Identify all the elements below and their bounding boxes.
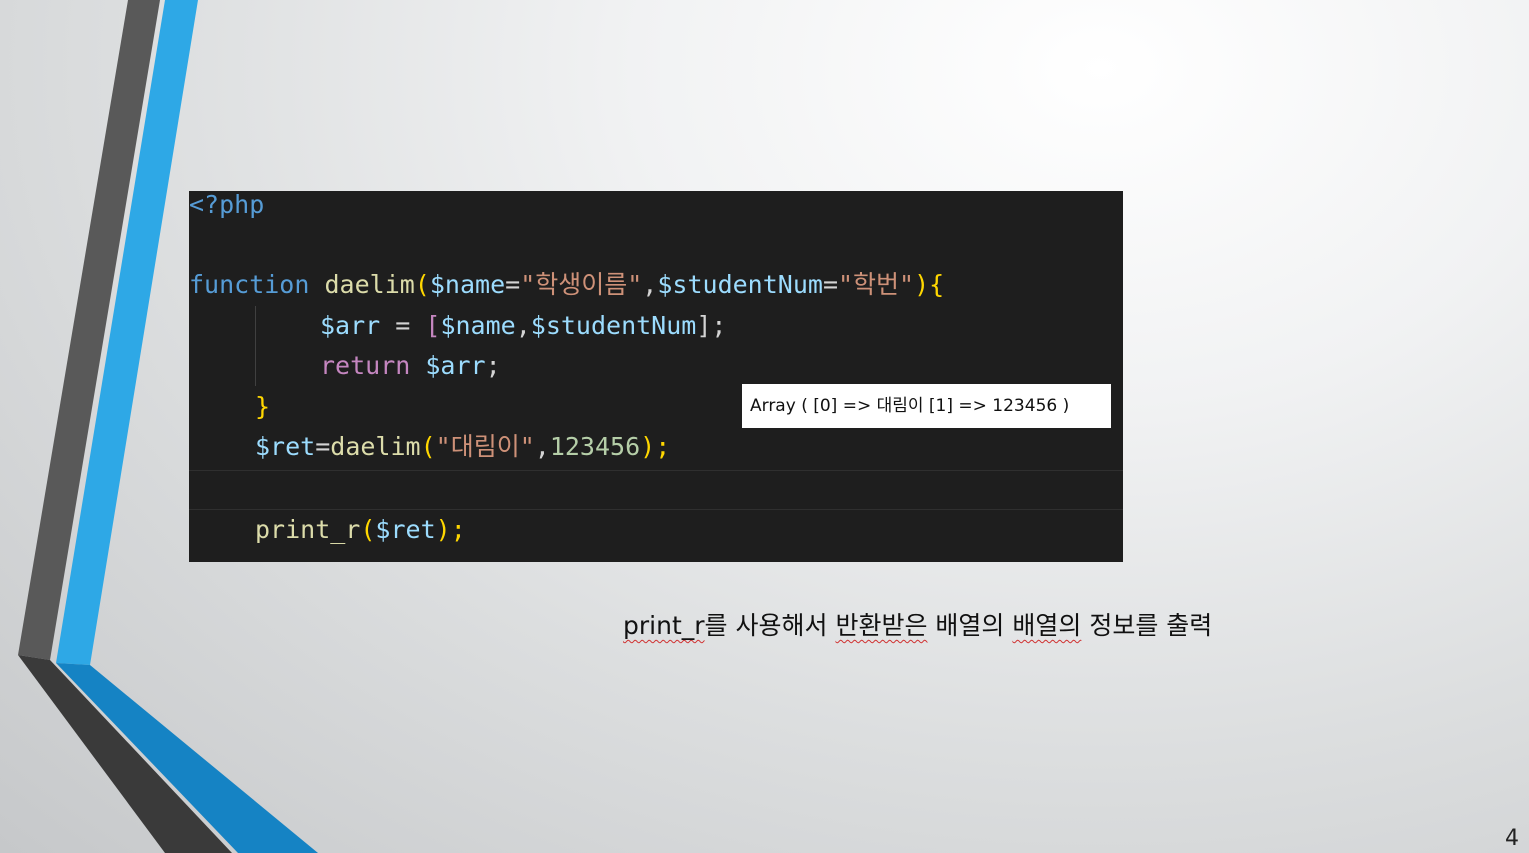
ret-var: $ret [255, 432, 316, 461]
code-line-arr: $arr = [$name,$studentNum]; [320, 308, 726, 344]
ret-comma: , [534, 432, 550, 461]
code-line-ret: $ret=daelim("대림이",123456); [255, 429, 670, 465]
param-comma: , [642, 270, 658, 299]
param-studentnum-default: "학번" [838, 270, 915, 299]
function-keyword: function [189, 270, 310, 299]
return-var: $arr [410, 351, 486, 380]
arr-bracket-close: ]; [696, 311, 727, 340]
print-paren-close: ); [435, 515, 466, 544]
arr-assign: = [380, 311, 426, 340]
function-name: daelim [324, 270, 415, 299]
param-name-var: $name [429, 270, 506, 299]
print-paren-open: ( [360, 515, 376, 544]
ret-eq: = [315, 432, 331, 461]
php-open-tag: <?php [189, 191, 265, 219]
slide-caption: print_r를 사용해서 반환받은 배열의 배열의 정보를 출력 [623, 606, 1212, 646]
ret-call-name: daelim [330, 432, 421, 461]
indent-guide [255, 306, 256, 386]
code-line-1: <?php [189, 191, 264, 223]
arr-comma: , [515, 311, 531, 340]
current-line-highlight [189, 470, 1123, 510]
ret-paren-close: ); [640, 432, 671, 461]
output-box: Array ( [0] => 대림이 [1] => 123456 ) [742, 384, 1111, 428]
arr-var: $arr [320, 311, 381, 340]
param-name-default: "학생이름" [520, 270, 643, 299]
slide: <?php function daelim($name="학생이름",$stud… [0, 0, 1529, 853]
param-name-eq: = [505, 270, 521, 299]
return-semicolon: ; [485, 351, 501, 380]
page-number: 4 [1505, 826, 1519, 851]
code-line-close-brace: } [255, 389, 270, 425]
caption-text-3: 정보를 출력 [1081, 611, 1213, 640]
ret-paren-open: ( [420, 432, 436, 461]
caption-print-r: print_r [623, 611, 705, 640]
caption-text-1: 를 사용해서 [704, 611, 836, 640]
param-studentnum-eq: = [822, 270, 838, 299]
code-line-function: function daelim($name="학생이름",$studentNum… [189, 267, 944, 303]
code-line-print: print_r($ret); [255, 512, 466, 548]
print-var: $ret [375, 515, 436, 544]
decor-dark-gray-diagonal [18, 655, 232, 853]
caption-array: 배열의 [1012, 611, 1082, 640]
caption-text-2: 배열의 [927, 611, 1013, 640]
paren-close: ) [914, 270, 930, 299]
arr-bracket-open: [ [425, 311, 441, 340]
param-studentnum-var: $studentNum [657, 270, 823, 299]
ret-arg-name: "대림이" [435, 432, 535, 461]
print-fn: print_r [255, 515, 361, 544]
code-editor: <?php function daelim($name="학생이름",$stud… [189, 191, 1123, 562]
ret-arg-number: 123456 [549, 432, 641, 461]
code-line-return: return $arr; [320, 348, 501, 384]
brace-open: { [929, 270, 945, 299]
arr-item-studentnum: $studentNum [530, 311, 697, 340]
brace-close: } [255, 392, 271, 421]
return-keyword: return [320, 351, 411, 380]
arr-item-name: $name [440, 311, 516, 340]
paren-open: ( [414, 270, 430, 299]
caption-returned: 반환받은 [835, 611, 928, 640]
